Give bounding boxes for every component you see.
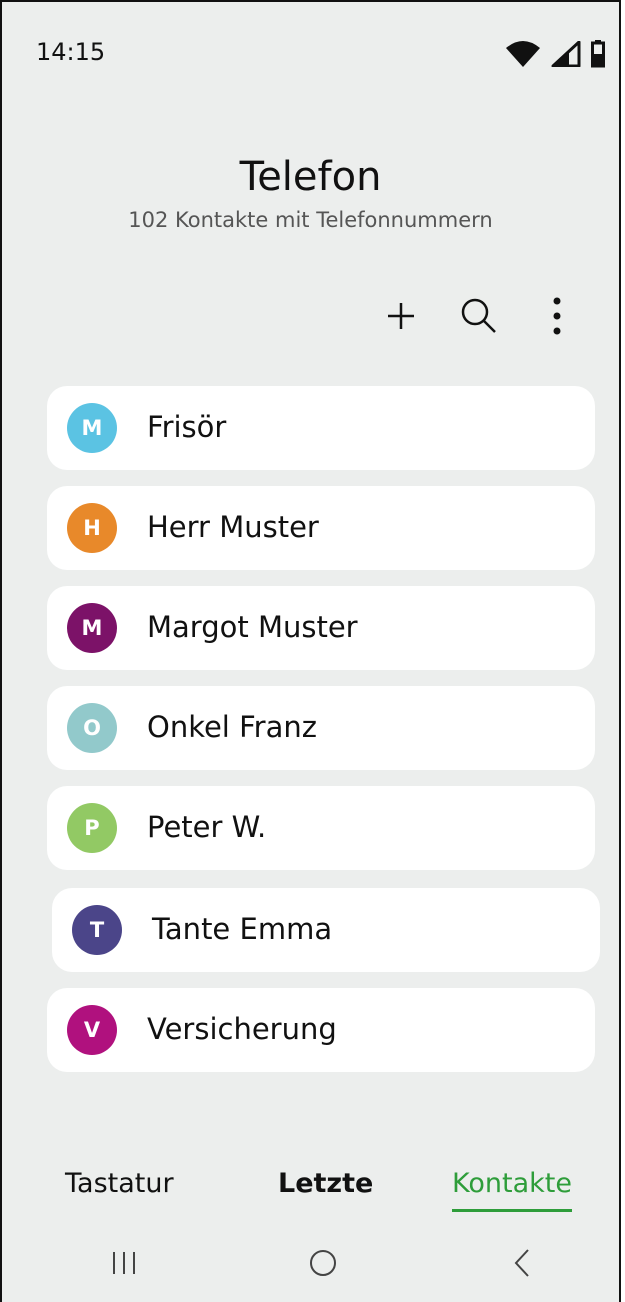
wifi-icon [505, 40, 541, 68]
home-icon [310, 1250, 336, 1276]
avatar: M [67, 603, 117, 653]
tab-letzte[interactable]: Letzte [278, 1168, 373, 1209]
contact-count: 102 Kontakte mit Telefonnummern [128, 208, 493, 232]
contact-name: Frisör [147, 410, 227, 444]
more-options-button[interactable] [535, 294, 579, 338]
contact-item[interactable]: T Tante Emma [52, 888, 600, 972]
signal-icon [551, 41, 581, 67]
battery-icon [591, 40, 605, 68]
back-button[interactable] [492, 1238, 552, 1288]
contact-name: Herr Muster [147, 510, 319, 544]
avatar: H [67, 503, 117, 553]
contact-name: Margot Muster [147, 610, 358, 644]
contact-item[interactable]: M Margot Muster [47, 586, 595, 670]
contact-name: Onkel Franz [147, 710, 317, 744]
tab-tastatur[interactable]: Tastatur [65, 1168, 174, 1209]
contact-name: Versicherung [147, 1012, 337, 1046]
system-navbar [2, 1238, 619, 1288]
contact-name: Tante Emma [152, 912, 333, 946]
page-title: Telefon [239, 154, 382, 200]
avatar: O [67, 703, 117, 753]
bottom-tabs: Tastatur Letzte Kontakte [2, 1168, 619, 1218]
add-contact-button[interactable] [379, 294, 423, 338]
contact-item[interactable]: P Peter W. [47, 786, 595, 870]
status-time: 14:15 [36, 38, 106, 66]
phone-screen: 14:15 Telefon 102 Kontakte mit Telefonnu… [0, 0, 621, 1302]
plus-icon [388, 303, 414, 329]
back-icon [514, 1249, 529, 1277]
recent-apps-button[interactable] [94, 1238, 154, 1288]
recent-apps-icon [113, 1252, 135, 1274]
home-button[interactable] [293, 1238, 353, 1288]
contact-item[interactable]: O Onkel Franz [47, 686, 595, 770]
avatar: M [67, 403, 117, 453]
search-button[interactable] [457, 294, 501, 338]
tab-kontakte[interactable]: Kontakte [452, 1168, 572, 1212]
avatar: T [72, 905, 122, 955]
contact-item[interactable]: H Herr Muster [47, 486, 595, 570]
contact-name: Peter W. [147, 810, 267, 844]
avatar: P [67, 803, 117, 853]
toolbar [379, 294, 579, 338]
more-vertical-icon [553, 297, 561, 335]
contact-item[interactable]: M Frisör [47, 386, 595, 470]
avatar: V [67, 1005, 117, 1055]
status-icons [505, 40, 605, 68]
search-icon [461, 298, 496, 333]
contact-item[interactable]: V Versicherung [47, 988, 595, 1072]
